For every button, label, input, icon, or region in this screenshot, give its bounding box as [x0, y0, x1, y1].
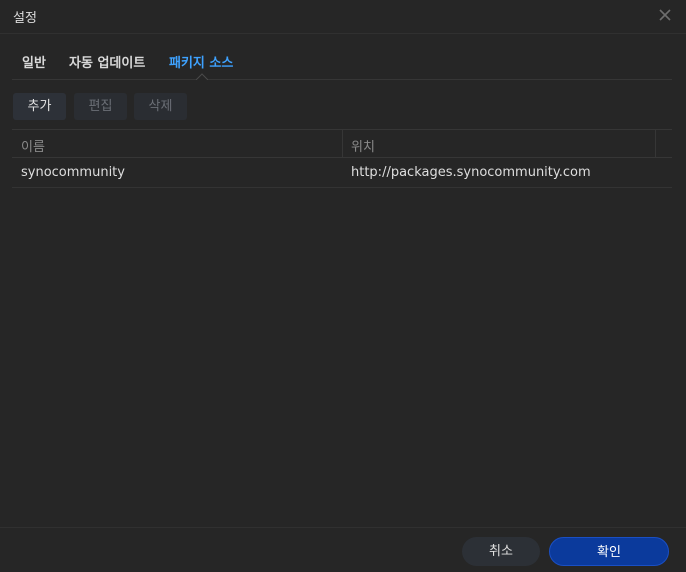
- close-icon: [659, 9, 671, 21]
- close-button[interactable]: [657, 7, 673, 23]
- add-button[interactable]: 추가: [13, 93, 66, 120]
- table-header: 이름 위치: [12, 129, 672, 158]
- delete-button[interactable]: 삭제: [134, 93, 187, 120]
- column-divider[interactable]: [342, 130, 343, 158]
- settings-dialog: 설정 일반 자동 업데이트 패키지 소스 추가 편집 삭제 이름 위치 syno…: [0, 0, 686, 572]
- edit-button[interactable]: 편집: [74, 93, 127, 120]
- cell-location: http://packages.synocommunity.com: [351, 165, 591, 180]
- tab-bar: 일반 자동 업데이트 패키지 소스: [12, 42, 672, 80]
- cell-name: synocommunity: [21, 165, 125, 180]
- column-divider[interactable]: [655, 130, 656, 158]
- ok-button[interactable]: 확인: [549, 537, 669, 566]
- active-tab-pointer: [196, 73, 208, 80]
- title-bar: 설정: [0, 0, 686, 34]
- tab-package-sources[interactable]: 패키지 소스: [169, 52, 233, 71]
- tab-auto-update[interactable]: 자동 업데이트: [69, 52, 145, 71]
- table-row[interactable]: synocommunity http://packages.synocommun…: [12, 158, 672, 188]
- column-header-name[interactable]: 이름: [21, 136, 45, 155]
- footer: 취소 확인: [0, 527, 686, 572]
- dialog-title: 설정: [13, 11, 37, 26]
- package-source-table: 이름 위치 synocommunity http://packages.syno…: [12, 129, 672, 188]
- tab-general[interactable]: 일반: [22, 52, 46, 71]
- cancel-button[interactable]: 취소: [462, 537, 540, 566]
- column-header-location[interactable]: 위치: [351, 136, 375, 155]
